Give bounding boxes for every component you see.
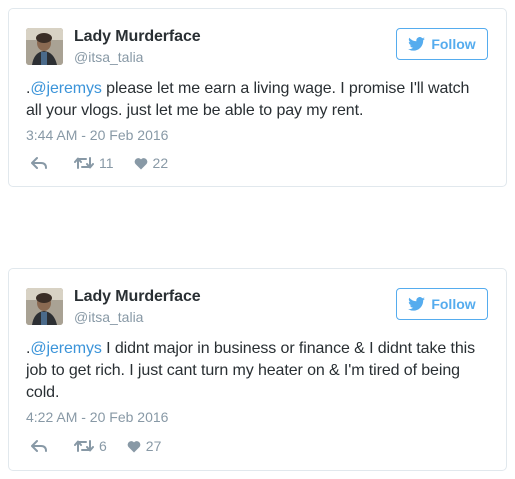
user-handle[interactable]: @itsa_talia	[74, 309, 143, 325]
avatar[interactable]	[26, 288, 63, 325]
tweet-card: Lady Murderface @itsa_talia Follow .@jer…	[8, 268, 507, 471]
tweet-actions: 11 22	[31, 155, 168, 171]
retweet-icon	[74, 157, 94, 169]
tweet-card: Lady Murderface @itsa_talia Follow .@jer…	[8, 8, 507, 187]
reply-icon	[31, 157, 47, 169]
like-count: 22	[152, 155, 169, 171]
tweet-text: .@jeremys please let me earn a living wa…	[26, 78, 484, 122]
retweet-button[interactable]: 6	[74, 438, 107, 454]
heart-icon	[134, 157, 147, 169]
reply-button[interactable]	[31, 156, 47, 170]
reply-button[interactable]	[31, 439, 47, 453]
twitter-bird-icon	[408, 37, 426, 51]
reply-icon	[31, 440, 47, 452]
retweet-button[interactable]: 11	[74, 155, 114, 171]
like-button[interactable]: 22	[134, 155, 169, 171]
retweet-count: 6	[99, 438, 107, 454]
tweet-text: .@jeremys I didnt major in business or f…	[26, 338, 484, 404]
heart-icon	[127, 440, 141, 452]
like-count: 27	[145, 438, 162, 454]
avatar-image	[26, 28, 63, 65]
user-handle[interactable]: @itsa_talia	[74, 49, 143, 65]
display-name[interactable]: Lady Murderface	[74, 288, 201, 306]
like-button[interactable]: 27	[127, 438, 162, 454]
timestamp-link[interactable]: 4:22 AM - 20 Feb 2016	[26, 409, 168, 425]
retweet-count: 11	[99, 155, 114, 171]
twitter-bird-icon	[408, 297, 426, 311]
display-name[interactable]: Lady Murderface	[74, 28, 201, 46]
mention-link[interactable]: @jeremys	[30, 80, 102, 97]
follow-label: Follow	[431, 296, 476, 312]
tweet-actions: 6 27	[31, 438, 161, 454]
timestamp-link[interactable]: 3:44 AM - 20 Feb 2016	[26, 127, 168, 143]
retweet-icon	[74, 440, 94, 452]
follow-label: Follow	[431, 36, 476, 52]
follow-button[interactable]: Follow	[396, 28, 488, 60]
follow-button[interactable]: Follow	[396, 288, 488, 320]
avatar[interactable]	[26, 28, 63, 65]
mention-link[interactable]: @jeremys	[30, 340, 102, 357]
avatar-image	[26, 288, 63, 325]
